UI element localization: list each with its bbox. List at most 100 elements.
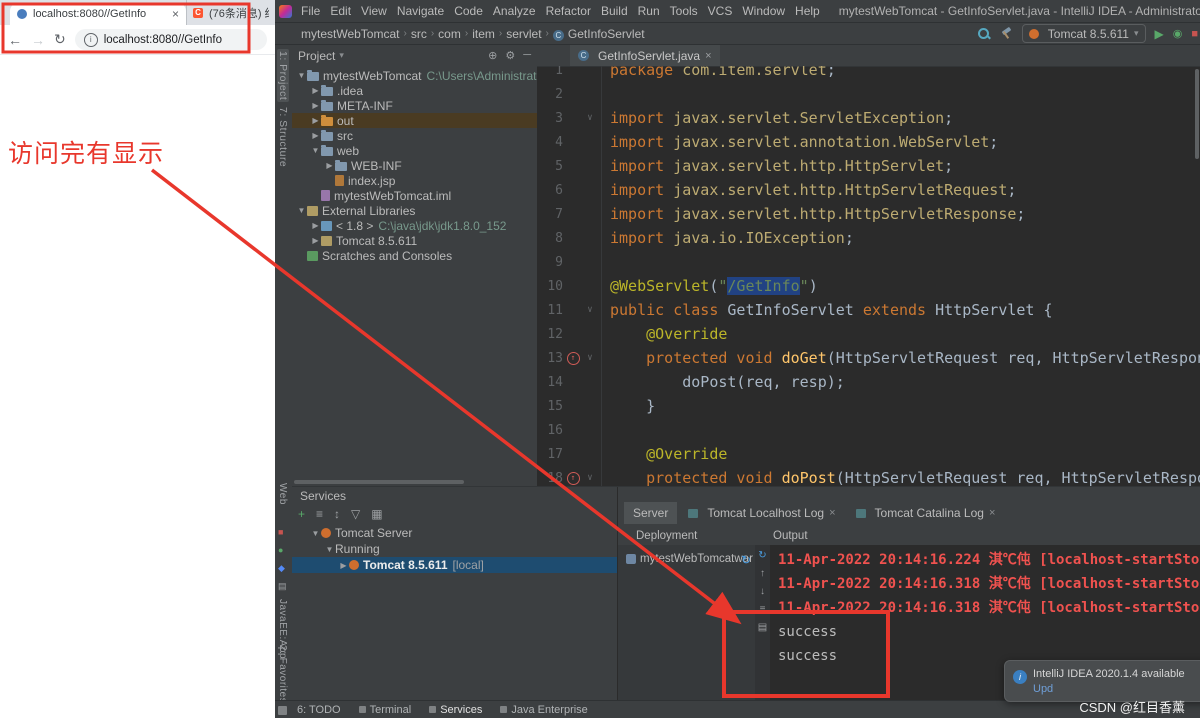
- menu-window[interactable]: Window: [737, 4, 790, 18]
- add-icon[interactable]: +: [298, 507, 305, 521]
- tab-close-icon[interactable]: ×: [705, 50, 711, 62]
- browser-tab-active[interactable]: localhost:8080//GetInfo ×: [10, 3, 186, 25]
- update-notification[interactable]: i IntelliJ IDEA 2020.1.4 available Upd: [1004, 660, 1200, 702]
- project-tree-item-index-jsp[interactable]: index.jsp: [292, 173, 537, 188]
- statusbar-6-todo[interactable]: 6: TODO: [297, 704, 341, 716]
- scroll-end-icon[interactable]: ▤: [758, 622, 767, 633]
- menu-edit[interactable]: Edit: [325, 4, 356, 18]
- group-icon[interactable]: ▦: [371, 507, 382, 521]
- tree-arrow[interactable]: ▼: [310, 146, 321, 155]
- stop-button[interactable]: ■: [1191, 28, 1198, 40]
- project-tree-item-tomcat-8-5-611[interactable]: ▶ Tomcat 8.5.611: [292, 233, 537, 248]
- code-editor[interactable]: 1 package com.item.servlet; 2 3 ∨ import java…: [537, 66, 1200, 486]
- statusbar-terminal[interactable]: Terminal: [358, 704, 411, 716]
- redeploy-icon[interactable]: ↻: [741, 553, 751, 567]
- menu-navigate[interactable]: Navigate: [392, 4, 449, 18]
- override-method-icon[interactable]: ↑: [566, 351, 580, 365]
- grid-toolwindow-icon[interactable]: ▤: [278, 581, 287, 592]
- tab-close-icon[interactable]: ×: [989, 507, 995, 519]
- project-tree-item-mytestwebtomcat[interactable]: ▼ mytestWebTomcat C:\Users\Administrator\I…: [292, 68, 537, 83]
- fold-marker[interactable]: ∨: [583, 473, 597, 483]
- menu-run[interactable]: Run: [633, 4, 665, 18]
- search-icon[interactable]: [977, 27, 991, 40]
- rerun-icon[interactable]: ↻: [758, 550, 766, 561]
- tree-arrow[interactable]: ▼: [324, 545, 335, 554]
- back-button[interactable]: ←: [8, 32, 22, 48]
- project-tree-item-idea[interactable]: ▶ .idea: [292, 83, 537, 98]
- debug-button[interactable]: ◉: [1173, 27, 1183, 40]
- soft-wrap-icon[interactable]: ≡: [760, 604, 766, 615]
- menu-view[interactable]: View: [356, 4, 392, 18]
- stripe-7-structure[interactable]: 7: Structure: [277, 107, 289, 167]
- project-tree-item-src[interactable]: ▶ src: [292, 128, 537, 143]
- sort-icon[interactable]: ↕: [334, 507, 340, 521]
- run-config-selector[interactable]: Tomcat 8.5.611 ▾: [1021, 24, 1146, 43]
- menu-vcs[interactable]: VCS: [703, 4, 738, 18]
- update-link[interactable]: Upd: [1033, 683, 1200, 695]
- stripe-1-project[interactable]: 1: Project: [277, 49, 289, 103]
- up-stack-icon[interactable]: ↑: [760, 568, 765, 579]
- project-tree-item-meta-inf[interactable]: ▶ META-INF: [292, 98, 537, 113]
- override-method-icon[interactable]: ↑: [566, 471, 580, 485]
- tree-arrow[interactable]: ▶: [310, 116, 321, 125]
- tree-arrow[interactable]: ▶: [310, 86, 321, 95]
- tab-close-icon[interactable]: ×: [829, 507, 835, 519]
- services-tree-item-running[interactable]: ▼ Running: [292, 541, 617, 557]
- toolwindow-toggle-icon[interactable]: [278, 706, 287, 715]
- editor-tab-getinfoservlet[interactable]: C GetInfoServlet.java ×: [570, 45, 720, 66]
- fold-marker[interactable]: ∨: [583, 353, 597, 363]
- address-bar[interactable]: i localhost:8080//GetInfo: [74, 29, 267, 50]
- tree-arrow[interactable]: ▶: [310, 221, 321, 230]
- project-tree-item-out[interactable]: ▶ out: [292, 113, 537, 128]
- project-tree-item-scratches-and-consoles[interactable]: Scratches and Consoles: [292, 248, 537, 263]
- tree-arrow[interactable]: ▶: [338, 561, 349, 570]
- breadcrumb-getinfoservlet[interactable]: C GetInfoServlet: [552, 27, 645, 41]
- statusbar-java-enterprise[interactable]: Java Enterprise: [500, 704, 588, 716]
- menu-help[interactable]: Help: [790, 4, 825, 18]
- menu-code[interactable]: Code: [449, 4, 488, 18]
- fold-marker[interactable]: ∨: [583, 113, 597, 123]
- tree-arrow[interactable]: ▶: [310, 131, 321, 140]
- hide-panel-icon[interactable]: ─: [523, 49, 531, 62]
- menu-build[interactable]: Build: [596, 4, 633, 18]
- project-tree-item-external-libraries[interactable]: ▼ External Libraries: [292, 203, 537, 218]
- horizontal-scrollbar[interactable]: [294, 480, 464, 484]
- breadcrumb-item[interactable]: item: [472, 27, 495, 41]
- stripe-web[interactable]: Web: [277, 483, 288, 505]
- stop-toolwindow-icon[interactable]: ■: [278, 527, 283, 537]
- tree-arrow[interactable]: ▶: [310, 236, 321, 245]
- fold-marker[interactable]: ∨: [583, 305, 597, 315]
- server-tab-tomcat-catalina-log[interactable]: Tomcat Catalina Log ×: [847, 502, 1005, 524]
- tree-arrow[interactable]: ▶: [324, 161, 335, 170]
- browser-tab-csdn[interactable]: C (76条消息) 红目香薰: [186, 0, 275, 25]
- menu-tools[interactable]: Tools: [665, 4, 703, 18]
- settings-gear-icon[interactable]: ⚙: [505, 49, 515, 62]
- run-toolwindow-icon[interactable]: ●: [278, 545, 283, 555]
- project-tree-item-mytestwebtomcat-iml[interactable]: mytestWebTomcat.iml: [292, 188, 537, 203]
- view-options-icon[interactable]: ≡: [316, 507, 323, 521]
- breadcrumb-servlet[interactable]: servlet: [506, 27, 541, 41]
- chevron-down-icon[interactable]: ▾: [339, 50, 344, 61]
- vertical-scrollbar[interactable]: [1195, 69, 1199, 159]
- run-button[interactable]: ▶: [1155, 27, 1164, 41]
- tab-close-icon[interactable]: ×: [172, 7, 179, 21]
- server-tab-tomcat-localhost-log[interactable]: Tomcat Localhost Log ×: [679, 502, 844, 524]
- reload-button[interactable]: ↻: [54, 31, 66, 48]
- stripe-2-favorites[interactable]: 2: Favorites: [277, 645, 288, 703]
- project-tree-item-1-8[interactable]: ▶ < 1.8 > C:\java\jdk\jdk1.8.0_152: [292, 218, 537, 233]
- project-panel-title[interactable]: Project: [298, 49, 335, 63]
- deployment-item[interactable]: mytestWebTomcatwar: [618, 545, 755, 565]
- menu-file[interactable]: File: [296, 4, 325, 18]
- server-tab-server[interactable]: Server: [624, 502, 678, 524]
- site-info-icon[interactable]: i: [83, 32, 98, 47]
- tree-arrow[interactable]: ▶: [310, 101, 321, 110]
- breadcrumb-mytestwebtomcat[interactable]: mytestWebTomcat: [301, 27, 399, 41]
- down-stack-icon[interactable]: ↓: [760, 586, 765, 597]
- locate-icon[interactable]: ⊕: [488, 49, 497, 62]
- tree-arrow[interactable]: ▼: [296, 206, 307, 215]
- tree-arrow[interactable]: ▼: [296, 71, 307, 80]
- menu-refactor[interactable]: Refactor: [541, 4, 596, 18]
- breadcrumb-src[interactable]: src: [411, 27, 427, 41]
- services-tree-item-tomcat-8-5-611[interactable]: ▶ Tomcat 8.5.611 [local]: [292, 557, 617, 573]
- project-tree-item-web-inf[interactable]: ▶ WEB-INF: [292, 158, 537, 173]
